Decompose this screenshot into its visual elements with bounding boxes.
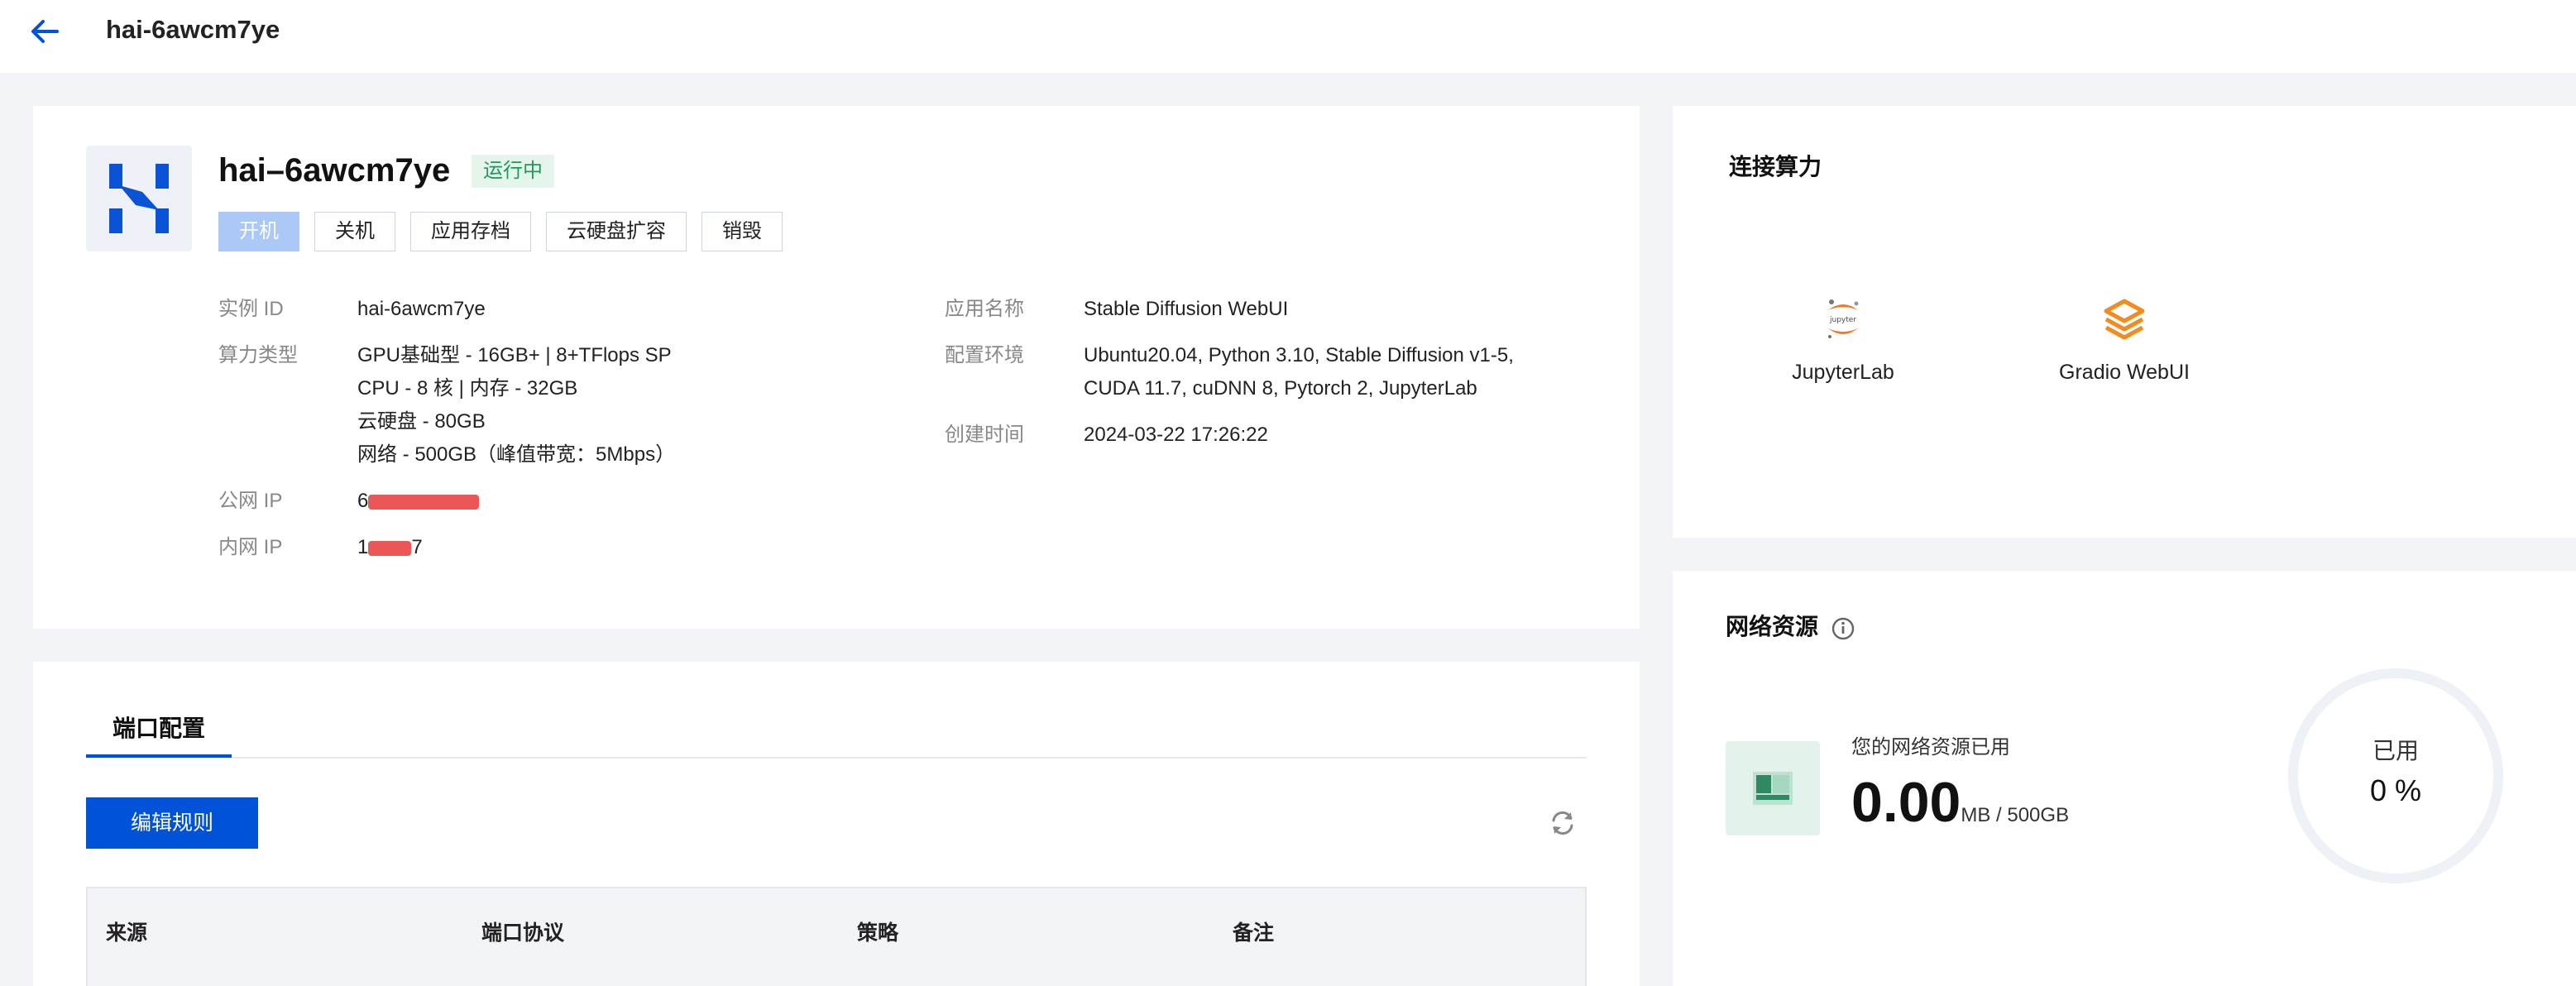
env-label: 配置环境 xyxy=(945,344,1024,366)
tab-active-indicator xyxy=(86,754,232,758)
app-logo xyxy=(86,146,192,251)
refresh-icon[interactable] xyxy=(1549,809,1577,837)
app-gradio-webui[interactable]: Gradio WebUI xyxy=(2033,296,2215,387)
private-ip-prefix: 1 xyxy=(357,536,369,558)
column-header-remark: 备注 xyxy=(1233,921,1275,945)
created-value: 2024-03-22 17:26:22 xyxy=(1084,424,1268,446)
instance-action-bar: 开机 关机 应用存档 云硬盘扩容 销毁 xyxy=(218,212,783,251)
compute-network-line: 网络 - 500GB（峰值带宽：5Mbps） xyxy=(357,443,676,466)
disk-expand-button[interactable]: 云硬盘扩容 xyxy=(546,212,687,251)
private-ip-value[interactable]: 17 xyxy=(357,531,423,564)
public-ip-label: 公网 IP xyxy=(218,490,283,512)
app-name-value: Stable Diffusion WebUI xyxy=(1084,298,1289,320)
connect-title: 连接算力 xyxy=(1729,154,1822,179)
svg-text:jupyter: jupyter xyxy=(1829,316,1856,324)
app-jupyterlab[interactable]: jupyter JupyterLab xyxy=(1752,296,1934,387)
compute-type-label: 算力类型 xyxy=(218,344,298,366)
private-ip-label: 内网 IP xyxy=(218,536,283,558)
compute-cpu-line: CPU - 8 核 | 内存 - 32GB xyxy=(357,377,578,400)
network-caption: 您的网络资源已用 xyxy=(1851,736,2010,759)
arrow-left-icon xyxy=(31,20,59,43)
app-archive-button[interactable]: 应用存档 xyxy=(410,212,531,251)
network-used-value: 0.00 xyxy=(1851,771,1961,834)
app-label: Gradio WebUI xyxy=(2059,361,2190,384)
app-label: JupyterLab xyxy=(1792,361,1894,384)
usage-ring-label: 已用 xyxy=(2372,738,2419,763)
top-header: hai-6awcm7ye xyxy=(0,0,2576,73)
compute-disk-line: 云硬盘 - 80GB xyxy=(357,410,486,433)
edit-rules-button[interactable]: 编辑规则 xyxy=(86,797,258,849)
app-name-label: 应用名称 xyxy=(945,298,1024,320)
public-ip-value[interactable]: 6 xyxy=(357,485,480,518)
env-line-1: Ubuntu20.04, Python 3.10, Stable Diffusi… xyxy=(1084,344,1514,366)
network-title: 网络资源 xyxy=(1726,614,1819,639)
back-button[interactable] xyxy=(28,15,61,48)
column-header-source: 来源 xyxy=(106,921,148,945)
page-title: hai-6awcm7ye xyxy=(106,15,280,44)
network-usage-icon xyxy=(1726,741,1820,835)
network-usage-amount: 0.00MB / 500GB xyxy=(1851,769,2069,835)
column-header-port-protocol: 端口协议 xyxy=(481,921,565,945)
status-badge: 运行中 xyxy=(472,155,554,188)
redaction-mark xyxy=(368,540,412,556)
destroy-button[interactable]: 销毁 xyxy=(701,212,783,251)
redaction-mark xyxy=(368,494,480,510)
public-ip-text: 6 xyxy=(357,490,369,512)
instance-id-value: hai-6awcm7ye xyxy=(357,298,486,320)
tab-port-config[interactable]: 端口配置 xyxy=(86,701,232,756)
usage-ring-value: 0 % xyxy=(2369,773,2422,807)
compute-gpu-line: GPU基础型 - 16GB+ | 8+TFlops SP xyxy=(357,344,672,366)
port-config-panel: 端口配置 编辑规则 来源 端口协议 策略 备注 xyxy=(33,662,1640,986)
instance-name: hai–6awcm7ye xyxy=(218,152,451,189)
info-icon[interactable] xyxy=(1831,617,1855,640)
network-used-unit: MB / 500GB xyxy=(1961,804,2070,826)
column-header-policy: 策略 xyxy=(857,921,899,945)
hai-logo-icon xyxy=(109,164,169,233)
connect-panel: 连接算力 jupyter JupyterLab Gradio WebUI xyxy=(1673,106,2576,538)
gradio-icon xyxy=(2101,296,2147,342)
private-ip-suffix: 7 xyxy=(411,536,423,558)
instance-id-label: 实例 ID xyxy=(218,298,284,320)
power-off-button[interactable]: 关机 xyxy=(314,212,395,251)
jupyter-icon: jupyter xyxy=(1820,296,1866,342)
power-on-button[interactable]: 开机 xyxy=(218,212,299,251)
env-line-2: CUDA 11.7, cuDNN 8, Pytorch 2, JupyterLa… xyxy=(1084,377,1477,400)
port-rules-table: 来源 端口协议 策略 备注 xyxy=(86,887,1587,986)
instance-panel: hai–6awcm7ye 运行中 开机 关机 应用存档 云硬盘扩容 销毁 实例 … xyxy=(33,106,1640,629)
network-panel: 网络资源 您的网络资源已用 0.00MB / 500GB 已用 0 % xyxy=(1673,571,2576,986)
created-label: 创建时间 xyxy=(945,424,1024,446)
tab-divider xyxy=(86,757,1587,759)
